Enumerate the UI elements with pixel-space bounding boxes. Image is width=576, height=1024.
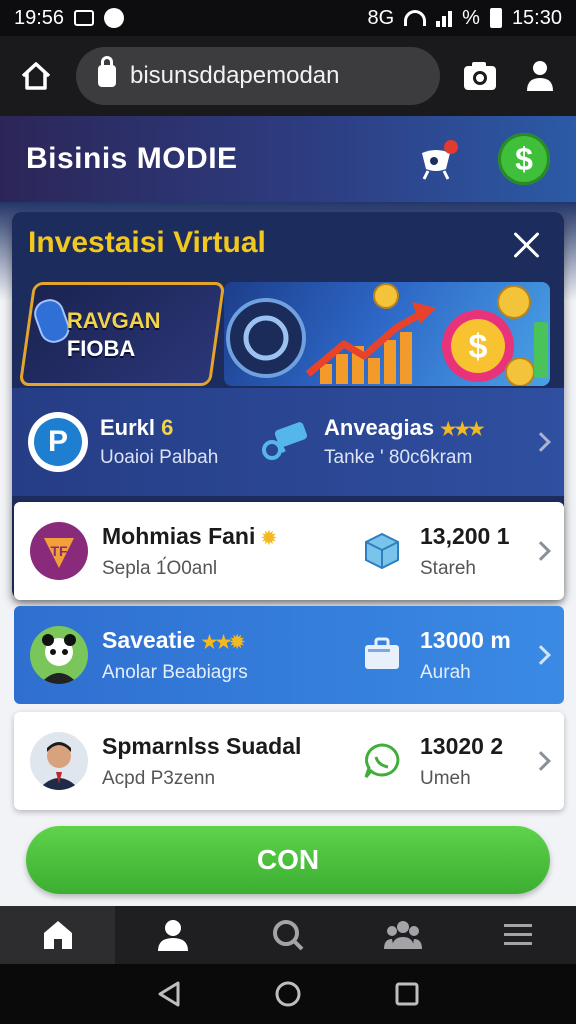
growth-chart-illustration: $ [226,283,548,386]
battery-icon [489,8,502,28]
list-item[interactable]: Spmarnlss Suadal Acpd P3zenn 13020 2 Ume… [14,712,564,810]
item-unit: Aurah [420,661,471,683]
home-tab-icon [43,921,72,949]
status-left: 19:56 [14,6,125,30]
signal-icon [436,9,453,27]
item-name: Spmarnlss Suadal [102,732,302,759]
chevron-right-icon[interactable] [531,541,551,561]
item-sub: Anolar Beabiagrs [102,661,248,683]
feature-left-sub: Uoaioi Palbah [100,447,219,468]
feature-left[interactable]: Eurkl 6 Uoaioi Palbah [100,415,252,469]
camera-robot-icon [260,418,318,467]
list-item[interactable]: Saveatie ★★✹ Anolar Beabiagrs 13000 m Aur… [14,606,564,704]
chevron-right-icon[interactable] [531,751,551,771]
status-time-right: 15:30 [511,6,562,29]
camera-icon[interactable] [460,56,500,96]
lock-icon [98,56,116,87]
back-icon[interactable] [156,980,182,1008]
image-notification-icon [74,10,95,26]
group-tab-icon [384,921,423,949]
continue-button[interactable]: CON [26,826,550,894]
recents-icon[interactable] [394,981,420,1007]
status-percent: % [462,6,480,29]
chat-bubble-icon [362,741,402,781]
feature-right-sub: Tanke ' 80c6kram [324,447,473,468]
home-circle-icon[interactable] [274,980,302,1008]
item-name: Mohmias Fani [102,522,256,549]
feature-left-number: 6 [161,415,174,440]
search-tab-icon [273,920,304,951]
system-nav-bar [0,964,576,1024]
tab-search[interactable] [230,906,345,964]
feature-row[interactable]: P Eurkl 6 Uoaioi Palbah Anveagias ★★★ Tan… [12,388,564,496]
item-unit: Umeh [420,767,471,789]
menu-tab-icon [504,924,533,945]
item-sub: Sepla 1́O0anl [102,557,218,579]
profile-icon[interactable] [520,56,560,96]
user-tab-icon [157,920,188,951]
feature-right[interactable]: Anveagias ★★★ Tanke ' 80c6kram [324,415,534,469]
cube-icon [362,531,402,571]
status-network-text: 8G [367,6,395,29]
tab-home[interactable] [0,906,116,964]
url-text: bisunsddapemodan [130,62,340,89]
wifi-icon [404,10,427,26]
chevron-right-icon[interactable] [531,645,551,665]
home-icon[interactable] [16,56,56,96]
item-value: 13020 2 [420,732,504,759]
promo-line-2: FIOBA [66,336,136,361]
tab-menu[interactable] [461,906,576,964]
browser-toolbar: bisunsddapemodan [0,36,576,116]
item-value: 13000 m [420,626,511,653]
tab-profile[interactable] [115,906,230,964]
stars-icon: ★★✹ [201,631,244,652]
item-name: Saveatie [102,626,196,653]
svg-text:TF: TF [50,543,68,559]
item-sub: Acpd P3zenn [102,767,216,789]
person-avatar-icon [30,732,88,790]
url-bar[interactable]: bisunsddapemodan [76,47,440,105]
item-value: 13,200 1 [420,522,510,549]
item-unit: Stareh [420,557,476,579]
briefcase-icon [362,635,402,675]
sun-badge-icon: ✹ [261,527,276,548]
promo-line-1: RAVGAN [66,308,161,333]
p-logo-icon: P [28,412,88,472]
status-time-left: 19:56 [14,6,65,29]
notification-icon [104,8,125,28]
bottom-tab-bar [0,906,576,964]
status-bar: 19:56 8G % 15:30 [0,0,576,36]
feature-left-name: Eurkl [100,415,156,440]
shield-avatar-icon: TF [30,522,88,580]
feature-right-name: Anveagias [324,415,435,440]
status-right: 8G % 15:30 [367,7,562,30]
list-item[interactable]: TF Mohmias Fani ✹ Sepla 1́O0anl 13,200 1 … [14,502,564,600]
growth-chart-banner: $ [224,282,550,386]
close-icon[interactable] [512,230,542,260]
stars-icon: ★★★ [440,419,484,439]
promo-banner[interactable]: RAVGAN FIOBA $ [18,282,550,388]
wallet-dollar-icon[interactable]: $ [498,133,550,185]
modal-title: Investaisi Virtual [28,226,266,259]
chevron-right-icon[interactable] [531,432,551,452]
svg-text:$: $ [469,328,488,366]
app-title: Bisinis MODIE [26,142,238,175]
notification-bell-icon[interactable] [416,139,458,180]
promo-badge[interactable]: RAVGAN FIOBA [18,282,226,386]
panda-avatar-icon [30,626,88,684]
tab-community[interactable] [346,906,461,964]
app-header: Bisinis MODIE $ [0,116,576,202]
